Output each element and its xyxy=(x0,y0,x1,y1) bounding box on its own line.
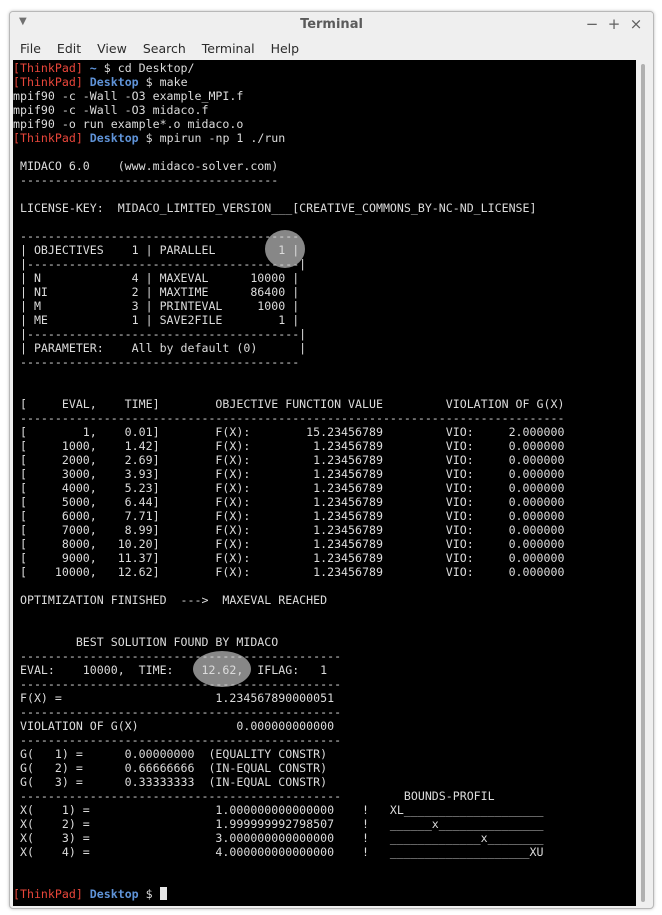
menu-search[interactable]: Search xyxy=(135,38,194,59)
output-line: ----------------------------------------… xyxy=(13,789,495,803)
output-line: ----------------------------------------… xyxy=(13,677,342,691)
prompt-user: [ThinkPad] xyxy=(13,887,83,901)
output-line: G( 2) = 0.66666666 (IN-EQUAL CONSTR) xyxy=(13,761,328,775)
menu-terminal[interactable]: Terminal xyxy=(194,38,263,59)
output-line: VIOLATION OF G(X) 0.000000000000 xyxy=(13,719,335,733)
prompt-separator: $ xyxy=(138,75,160,89)
prompt-line: [ThinkPad] Desktop $ make xyxy=(13,75,188,89)
prompt-line: [ThinkPad] Desktop $ xyxy=(13,887,167,901)
prompt-line: [ThinkPad] Desktop $ mpirun -np 1 ./run xyxy=(13,131,285,145)
menu-help[interactable]: Help xyxy=(263,38,308,59)
output-line: [ 9000, 11.37] F(X): 1.23456789 VIO: 0.0… xyxy=(13,551,565,565)
menu-edit[interactable]: Edit xyxy=(49,38,89,59)
minimize-button[interactable]: − xyxy=(581,14,603,34)
terminal-output[interactable]: [ThinkPad] ~ $ cd Desktop/[ThinkPad] Des… xyxy=(13,60,636,906)
output-line: [ 5000, 6.44] F(X): 1.23456789 VIO: 0.00… xyxy=(13,495,565,509)
text-cursor xyxy=(159,887,167,900)
window-title: Terminal xyxy=(300,17,363,32)
output-line: MIDACO 6.0 (www.midaco-solver.com) xyxy=(13,159,279,173)
prompt-separator: $ xyxy=(138,887,160,901)
prompt-line: [ThinkPad] ~ $ cd Desktop/ xyxy=(13,61,195,75)
output-line: |---------------------------------------… xyxy=(13,257,307,271)
title-bar[interactable]: ▼ Terminal − + × xyxy=(10,12,653,38)
output-line: | PARAMETER: All by default (0) | xyxy=(13,341,307,355)
output-line: | N 4 | MAXEVAL 10000 | xyxy=(13,271,300,285)
output-line: mpif90 -c -Wall -O3 midaco.f xyxy=(13,103,209,117)
output-line: [ 2000, 2.69] F(X): 1.23456789 VIO: 0.00… xyxy=(13,453,565,467)
scrollbar-thumb[interactable] xyxy=(641,64,645,902)
output-line: ----------------------------------------… xyxy=(13,411,565,425)
output-line: | ME 1 | SAVE2FILE 1 | xyxy=(13,313,300,327)
maximize-button[interactable]: + xyxy=(603,14,625,34)
output-line: G( 1) = 0.00000000 (EQUALITY CONSTR) xyxy=(13,747,328,761)
output-line: ------------------------------------- xyxy=(13,173,279,187)
output-line: BEST SOLUTION FOUND BY MIDACO xyxy=(13,635,279,649)
output-line: EVAL: 10000, TIME: 12.62, IFLAG: 1 xyxy=(13,663,328,677)
output-line: X( 3) = 3.000000000000000 ! ____________… xyxy=(13,831,544,845)
output-line: [ 1, 0.01] F(X): 15.23456789 VIO: 2.0000… xyxy=(13,425,565,439)
output-line: ---------------------------------------- xyxy=(13,229,300,243)
prompt-separator: $ xyxy=(138,131,160,145)
menu-bar: File Edit View Search Terminal Help xyxy=(10,38,653,59)
prompt-dir: ~ xyxy=(89,61,97,75)
prompt-user: [ThinkPad] xyxy=(13,75,83,89)
prompt-user: [ThinkPad] xyxy=(13,131,83,145)
output-line: OPTIMIZATION FINISHED ---> MAXEVAL REACH… xyxy=(13,593,328,607)
scrollbar[interactable] xyxy=(636,60,650,906)
output-line: [ 4000, 5.23] F(X): 1.23456789 VIO: 0.00… xyxy=(13,481,565,495)
output-line: [ 10000, 12.62] F(X): 1.23456789 VIO: 0.… xyxy=(13,565,565,579)
output-line: ----------------------------------------… xyxy=(13,733,342,747)
output-line: | M 3 | PRINTEVAL 1000 | xyxy=(13,299,300,313)
prompt-command: mpirun -np 1 ./run xyxy=(159,131,286,145)
output-line: [ 6000, 7.71] F(X): 1.23456789 VIO: 0.00… xyxy=(13,509,565,523)
output-line: | NI 2 | MAXTIME 86400 | xyxy=(13,285,300,299)
output-line: G( 3) = 0.33333333 (IN-EQUAL CONSTR) xyxy=(13,775,328,789)
output-line: [ EVAL, TIME] OBJECTIVE FUNCTION VALUE V… xyxy=(13,397,565,411)
output-line: [ 3000, 3.93] F(X): 1.23456789 VIO: 0.00… xyxy=(13,467,565,481)
prompt-command: make xyxy=(159,75,188,89)
output-line: X( 1) = 1.000000000000000 ! XL__________… xyxy=(13,803,544,817)
output-line: F(X) = 1.234567890000051 xyxy=(13,691,335,705)
output-line: ---------------------------------------- xyxy=(13,355,300,369)
menu-view[interactable]: View xyxy=(89,38,135,59)
prompt-dir: Desktop xyxy=(89,131,139,145)
output-line: X( 4) = 4.000000000000000 ! ____________… xyxy=(13,845,544,859)
output-line: [ 7000, 8.99] F(X): 1.23456789 VIO: 0.00… xyxy=(13,523,565,537)
output-line: mpif90 -c -Wall -O3 example_MPI.f xyxy=(13,89,244,103)
output-line: X( 2) = 1.999999992798507 ! ______x_____… xyxy=(13,817,544,831)
output-line: | OBJECTIVES 1 | PARALLEL 1 | xyxy=(13,243,300,257)
output-line: ----------------------------------------… xyxy=(13,649,342,663)
close-button[interactable]: × xyxy=(625,14,647,34)
terminal-window: ▼ Terminal − + × File Edit View Search T… xyxy=(9,11,654,909)
menu-file[interactable]: File xyxy=(10,38,49,59)
output-line: ----------------------------------------… xyxy=(13,705,342,719)
output-line: mpif90 -o run example*.o midaco.o xyxy=(13,117,244,131)
output-line: |---------------------------------------… xyxy=(13,327,307,341)
prompt-dir: Desktop xyxy=(89,887,139,901)
output-line: [ 8000, 10.20] F(X): 1.23456789 VIO: 0.0… xyxy=(13,537,565,551)
output-line: [ 1000, 1.42] F(X): 1.23456789 VIO: 0.00… xyxy=(13,439,565,453)
prompt-command: cd Desktop/ xyxy=(117,61,195,75)
output-line: LICENSE-KEY: MIDACO_LIMITED_VERSION___[C… xyxy=(13,201,537,215)
prompt-dir: Desktop xyxy=(89,75,139,89)
prompt-separator: $ xyxy=(96,61,118,75)
prompt-user: [ThinkPad] xyxy=(13,61,83,75)
